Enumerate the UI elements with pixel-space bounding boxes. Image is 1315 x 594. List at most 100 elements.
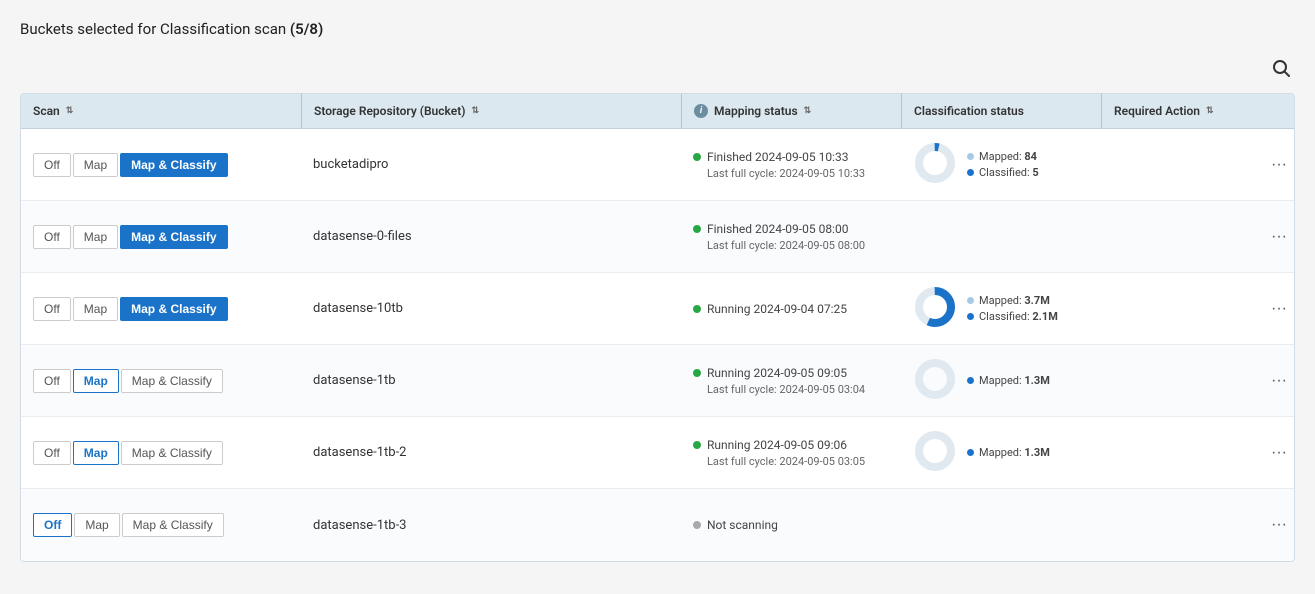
scan-cell-5: Off Map Map & Classify <box>21 431 301 475</box>
last-cycle-1: Last full cycle: 2024-09-05 10:33 <box>693 167 865 180</box>
scan-controls-3: Off Map Map & Classify <box>33 297 228 321</box>
more-button-5[interactable]: ··· <box>1263 440 1295 466</box>
last-cycle-2: Last full cycle: 2024-09-05 08:00 <box>693 239 865 252</box>
classify-button-2[interactable]: Map & Classify <box>120 225 227 249</box>
action-cell-5 <box>1101 443 1251 463</box>
search-button[interactable] <box>1267 54 1295 85</box>
donut-4 <box>913 357 957 405</box>
more-cell-3: ··· <box>1251 286 1295 332</box>
classification-cell-1: Mapped: 84 Classified: 5 <box>901 131 1101 199</box>
more-cell-6: ··· <box>1251 502 1295 548</box>
bucket-name-6: datasense-1tb-3 <box>313 518 406 533</box>
status-line-2: Finished 2024-09-05 08:00 <box>693 222 865 236</box>
map-button-4[interactable]: Map <box>73 369 119 393</box>
mapping-info-icon[interactable]: i <box>694 104 708 118</box>
status-dot-3 <box>693 305 701 313</box>
off-button-1[interactable]: Off <box>33 153 71 177</box>
classify-button-1[interactable]: Map & Classify <box>120 153 227 177</box>
bucket-name-4: datasense-1tb <box>313 373 396 388</box>
status-dot-6 <box>693 521 701 529</box>
table-header: Scan ⇅ Storage Repository (Bucket) ⇅ i M… <box>21 94 1294 129</box>
status-dot-5 <box>693 441 701 449</box>
col-mapping: i Mapping status ⇅ <box>681 94 901 128</box>
legend-3: Mapped: 3.7M Classified: 2.1M <box>967 294 1058 323</box>
scan-controls-6: Off Map Map & Classify <box>33 513 224 537</box>
col-scan: Scan ⇅ <box>21 94 301 128</box>
mapping-status-3: Running 2024-09-04 07:25 <box>693 302 847 316</box>
more-button-2[interactable]: ··· <box>1263 224 1295 250</box>
mapping-status-5: Running 2024-09-05 09:06 Last full cycle… <box>693 438 865 468</box>
bucket-cell-4: datasense-1tb <box>301 363 681 398</box>
map-button-6[interactable]: Map <box>74 513 119 537</box>
donut-3 <box>913 285 957 333</box>
legend-dot-classified-1 <box>967 169 974 176</box>
table-row: Off Map Map & Classify datasense-1tb-2 R… <box>21 417 1294 489</box>
bucket-name-2: datasense-0-files <box>313 229 412 244</box>
sort-icon-bucket[interactable]: ⇅ <box>471 106 479 116</box>
status-dot-1 <box>693 153 701 161</box>
more-cell-2: ··· <box>1251 214 1295 260</box>
sort-icon-mapping[interactable]: ⇅ <box>804 106 812 116</box>
status-line-3: Running 2024-09-04 07:25 <box>693 302 847 316</box>
more-button-4[interactable]: ··· <box>1263 368 1295 394</box>
more-button-3[interactable]: ··· <box>1263 296 1295 322</box>
scan-controls-4: Off Map Map & Classify <box>33 369 223 393</box>
sort-icon-action[interactable]: ⇅ <box>1206 106 1214 116</box>
status-line-5: Running 2024-09-05 09:06 <box>693 438 865 452</box>
off-button-6[interactable]: Off <box>33 513 72 537</box>
map-button-2[interactable]: Map <box>73 225 118 249</box>
bucket-name-1: bucketadipro <box>313 157 388 172</box>
map-button-3[interactable]: Map <box>73 297 118 321</box>
classify-button-5[interactable]: Map & Classify <box>121 441 223 465</box>
data-table: Scan ⇅ Storage Repository (Bucket) ⇅ i M… <box>20 93 1295 562</box>
action-cell-4 <box>1101 371 1251 391</box>
classification-cell-3: Mapped: 3.7M Classified: 2.1M <box>901 275 1101 343</box>
legend-dot-mapped-4 <box>967 377 974 384</box>
legend-mapped-3: Mapped: 3.7M <box>967 294 1058 307</box>
bucket-cell-2: datasense-0-files <box>301 219 681 254</box>
more-cell-5: ··· <box>1251 430 1295 476</box>
more-cell-1: ··· <box>1251 142 1295 188</box>
classification-content-1: Mapped: 84 Classified: 5 <box>913 141 1039 189</box>
table-row: Off Map Map & Classify datasense-1tb Run… <box>21 345 1294 417</box>
table-row: Off Map Map & Classify datasense-10tb Ru… <box>21 273 1294 345</box>
bucket-name-3: datasense-10tb <box>313 301 403 316</box>
legend-5: Mapped: 1.3M <box>967 446 1050 459</box>
status-dot-2 <box>693 225 701 233</box>
off-button-3[interactable]: Off <box>33 297 71 321</box>
donut-1 <box>913 141 957 189</box>
map-button-1[interactable]: Map <box>73 153 118 177</box>
classify-button-3[interactable]: Map & Classify <box>120 297 227 321</box>
classify-button-4[interactable]: Map & Classify <box>121 369 223 393</box>
classification-cell-6 <box>901 515 1101 535</box>
legend-4: Mapped: 1.3M <box>967 374 1050 387</box>
map-button-5[interactable]: Map <box>73 441 119 465</box>
mapping-cell-3: Running 2024-09-04 07:25 <box>681 292 901 326</box>
legend-classified-3: Classified: 2.1M <box>967 310 1058 323</box>
sort-icon-scan[interactable]: ⇅ <box>66 106 74 116</box>
off-button-2[interactable]: Off <box>33 225 71 249</box>
scan-cell-3: Off Map Map & Classify <box>21 287 301 331</box>
classify-button-6[interactable]: Map & Classify <box>122 513 224 537</box>
more-button-1[interactable]: ··· <box>1263 152 1295 178</box>
last-cycle-4: Last full cycle: 2024-09-05 03:04 <box>693 383 865 396</box>
classification-content-4: Mapped: 1.3M <box>913 357 1050 405</box>
classification-content-3: Mapped: 3.7M Classified: 2.1M <box>913 285 1058 333</box>
action-cell-1 <box>1101 155 1251 175</box>
classification-content-5: Mapped: 1.3M <box>913 429 1050 477</box>
page-container: Buckets selected for Classification scan… <box>0 0 1315 562</box>
off-button-5[interactable]: Off <box>33 441 71 465</box>
off-button-4[interactable]: Off <box>33 369 71 393</box>
action-cell-3 <box>1101 299 1251 319</box>
legend-mapped-4: Mapped: 1.3M <box>967 374 1050 387</box>
classification-cell-4: Mapped: 1.3M <box>901 347 1101 415</box>
table-row: Off Map Map & Classify bucketadipro Fini… <box>21 129 1294 201</box>
more-button-6[interactable]: ··· <box>1263 512 1295 538</box>
search-bar-row <box>20 54 1295 85</box>
classification-cell-2 <box>901 227 1101 247</box>
legend-mapped-1: Mapped: 84 <box>967 150 1039 163</box>
legend-dot-classified-3 <box>967 313 974 320</box>
status-dot-4 <box>693 369 701 377</box>
legend-dot-mapped-3 <box>967 297 974 304</box>
legend-1: Mapped: 84 Classified: 5 <box>967 150 1039 179</box>
